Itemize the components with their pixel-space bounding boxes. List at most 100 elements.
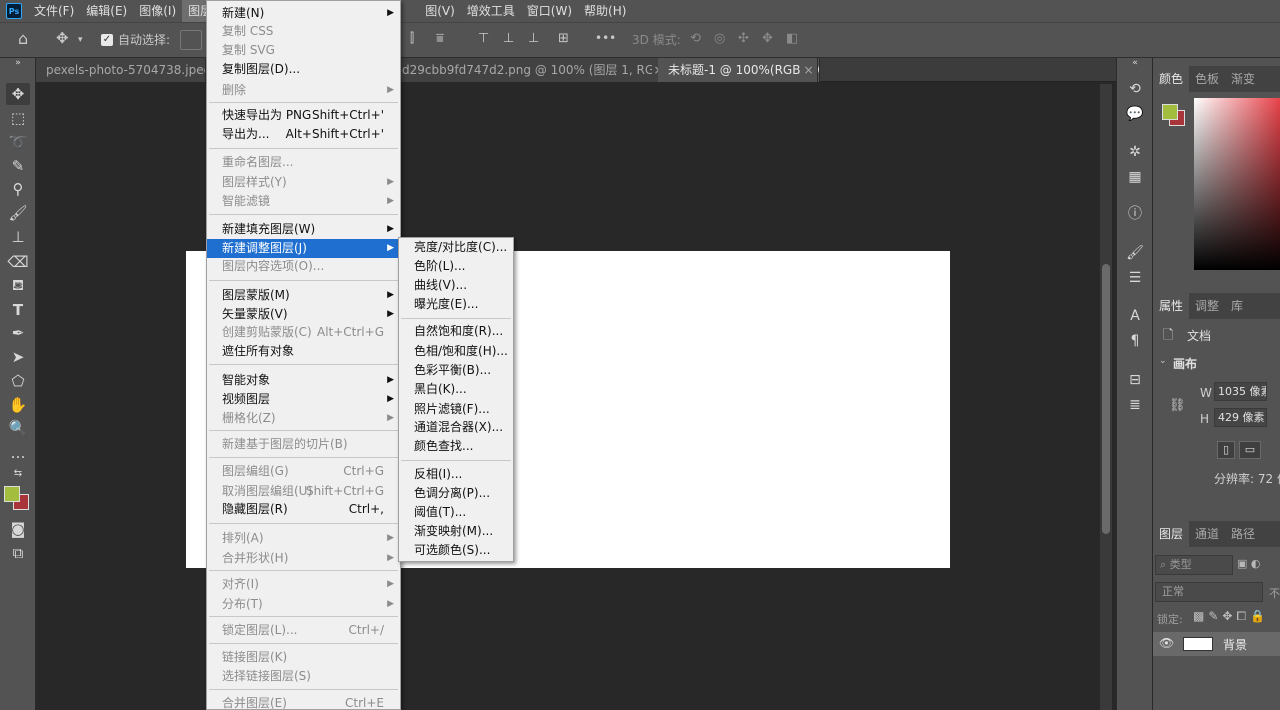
auto-select-target-dropdown[interactable] — [180, 30, 202, 50]
paragraph-icon[interactable]: ¶ — [1123, 330, 1147, 352]
submenu-item-brightness-contrast[interactable]: 亮度/对比度(C)... — [399, 238, 513, 257]
path-select-tool-icon[interactable]: ➤ — [6, 346, 30, 368]
menu-item-select-linked-layers[interactable]: 选择链接图层(S) — [207, 667, 400, 686]
menu-item-distribute[interactable]: 分布(T) ▶ — [207, 595, 400, 614]
menu-item-delete[interactable]: 删除 ▶ — [207, 81, 400, 100]
visibility-eye-icon[interactable]: 👁 — [1159, 636, 1174, 650]
submenu-item-selective-color[interactable]: 可选颜色(S)... — [399, 541, 513, 560]
blend-mode-dropdown[interactable]: 正常 — [1155, 582, 1263, 602]
more-options-icon[interactable]: ••• — [595, 31, 616, 45]
layer-row[interactable]: 👁 背景 — [1153, 632, 1280, 656]
layer-comps-icon[interactable]: ⊟ — [1123, 369, 1147, 391]
menu-item-arrange[interactable]: 排列(A) ▶ — [207, 529, 400, 548]
menu-item-smart-filter[interactable]: 智能滤镜 ▶ — [207, 192, 400, 211]
collapse-arrows-icon[interactable]: « — [1123, 58, 1147, 68]
notes-icon[interactable]: ≣ — [1123, 394, 1147, 416]
menu-item-create-clipping-mask[interactable]: 创建剪贴蒙版(C) Alt+Ctrl+G — [207, 323, 400, 342]
menu-item-copy-svg[interactable]: 复制 SVG — [207, 41, 400, 60]
menu-item-duplicate-layer[interactable]: 复制图层(D)... — [207, 60, 400, 79]
menu-item-ungroup-layers[interactable]: 取消图层编组(U) Shift+Ctrl+G — [207, 482, 400, 501]
submenu-item-vibrance[interactable]: 自然饱和度(R)... — [399, 322, 513, 341]
submenu-item-levels[interactable]: 色阶(L)... — [399, 257, 513, 276]
tab-swatches[interactable]: 色板 — [1189, 66, 1225, 92]
submenu-item-curves[interactable]: 曲线(V)... — [399, 276, 513, 295]
move-tool-icon[interactable]: ✥ — [56, 29, 69, 47]
home-icon[interactable]: ⌂ — [18, 29, 28, 48]
menu-item-new-adjustment-layer[interactable]: 新建调整图层(J) ▶ — [207, 239, 400, 258]
eyedropper-tool-icon[interactable]: ⚲ — [6, 178, 30, 200]
foreground-color-swatch[interactable] — [4, 486, 20, 502]
brush-tool-icon[interactable]: 🖌 — [6, 202, 30, 224]
vertical-scrollbar[interactable] — [1100, 84, 1112, 710]
stamp-tool-icon[interactable]: ⊥ — [6, 226, 30, 248]
brush-settings-icon[interactable]: ✲ — [1123, 141, 1147, 163]
tab-color[interactable]: 颜色 — [1153, 66, 1190, 92]
align-center-icon[interactable]: ⫿ — [410, 31, 414, 46]
tab-paths[interactable]: 路径 — [1225, 521, 1261, 547]
submenu-item-posterize[interactable]: 色调分离(P)... — [399, 484, 513, 503]
link-icon[interactable]: ⛓ — [1169, 398, 1186, 413]
menu-item-vector-mask[interactable]: 矢量蒙版(V) ▶ — [207, 305, 400, 324]
menu-plugins[interactable]: 增效工具 — [461, 0, 521, 22]
character-icon[interactable]: A — [1123, 305, 1147, 327]
swap-colors-icon[interactable]: ⇆ — [6, 468, 30, 480]
quick-select-tool-icon[interactable]: ✎ — [6, 155, 30, 177]
tab-layers[interactable]: 图层 — [1153, 521, 1190, 547]
height-input[interactable]: 429 像素 — [1214, 408, 1267, 427]
tab-channels[interactable]: 通道 — [1189, 521, 1225, 547]
tab-gradients[interactable]: 渐变 — [1225, 66, 1261, 92]
menu-item-rename-layer[interactable]: 重命名图层... — [207, 153, 400, 172]
chevron-down-icon[interactable]: ▾ — [78, 35, 83, 45]
hand-tool-icon[interactable]: ✋ — [6, 394, 30, 416]
menu-edit[interactable]: 编辑(E) — [80, 0, 133, 22]
submenu-item-hue-saturation[interactable]: 色相/饱和度(H)... — [399, 342, 513, 361]
menu-item-group-layers[interactable]: 图层编组(G) Ctrl+G — [207, 462, 400, 481]
3d-rotate-icon[interactable]: ⟲ — [690, 31, 701, 46]
menu-image[interactable]: 图像(I) — [133, 0, 182, 22]
auto-select-checkbox[interactable]: ✓ — [101, 34, 113, 46]
submenu-item-photo-filter[interactable]: 照片滤镜(F)... — [399, 400, 513, 419]
menu-item-layer-style[interactable]: 图层样式(Y) ▶ — [207, 173, 400, 192]
menu-item-copy-css[interactable]: 复制 CSS — [207, 22, 400, 41]
distribute-horizontal-icon[interactable]: ⊞ — [558, 31, 569, 46]
distribute-middle-icon[interactable]: ⊥ — [503, 31, 514, 46]
submenu-item-gradient-map[interactable]: 渐变映射(M)... — [399, 522, 513, 541]
submenu-item-invert[interactable]: 反相(I)... — [399, 465, 513, 484]
align-bottom-icon[interactable]: ⩸ — [436, 31, 444, 46]
submenu-item-exposure[interactable]: 曝光度(E)... — [399, 295, 513, 314]
adjustments-sliders-icon[interactable]: ☰ — [1123, 267, 1147, 289]
distribute-top-icon[interactable]: ⊤ — [478, 31, 489, 46]
scrollbar-thumb[interactable] — [1102, 264, 1110, 534]
paint-bucket-tool-icon[interactable]: ⛾ — [6, 274, 30, 296]
menu-item-export-as[interactable]: 导出为... Alt+Shift+Ctrl+' — [207, 125, 400, 144]
history-icon[interactable]: ⟲ — [1123, 78, 1147, 100]
submenu-item-black-white[interactable]: 黑白(K)... — [399, 380, 513, 399]
pen-tool-icon[interactable]: ✒ — [6, 322, 30, 344]
width-input[interactable]: 1035 像素 — [1214, 382, 1267, 401]
move-tool-icon[interactable]: ✥ — [6, 83, 30, 105]
menu-item-smart-object[interactable]: 智能对象 ▶ — [207, 371, 400, 390]
landscape-orientation-icon[interactable]: ▭ — [1239, 441, 1261, 459]
menu-item-rasterize[interactable]: 栅格化(Z) ▶ — [207, 409, 400, 428]
menu-window[interactable]: 窗口(W) — [521, 0, 578, 22]
lock-icons[interactable]: ▩✎✥⧠🔒 — [1193, 609, 1269, 624]
collapse-arrows-icon[interactable]: » — [6, 58, 30, 68]
menu-item-align[interactable]: 对齐(I) ▶ — [207, 575, 400, 594]
tab-properties[interactable]: 属性 — [1153, 293, 1190, 319]
3d-pan-icon[interactable]: ✣ — [738, 31, 749, 46]
tab-adjustments[interactable]: 调整 — [1189, 293, 1225, 319]
menu-item-layer-mask[interactable]: 图层蒙版(M) ▶ — [207, 286, 400, 305]
distribute-bottom-icon[interactable]: ⊥ — [528, 31, 539, 46]
screen-mode-icon[interactable]: ⧉ — [6, 542, 30, 564]
lasso-tool-icon[interactable]: ➰ — [6, 131, 30, 153]
info-icon[interactable]: ⓘ — [1123, 203, 1147, 225]
color-picker-field[interactable] — [1194, 98, 1280, 270]
menu-item-layer-content-options[interactable]: 图层内容选项(O)... — [207, 257, 400, 276]
menu-item-hide-layers[interactable]: 隐藏图层(R) Ctrl+, — [207, 500, 400, 519]
layer-filter-icons[interactable]: ▣ ◐ — [1237, 557, 1261, 570]
menu-item-new[interactable]: 新建(N) ▶ — [207, 4, 400, 23]
3d-roll-icon[interactable]: ◎ — [714, 31, 725, 46]
menu-item-lock-layers[interactable]: 锁定图层(L)... Ctrl+/ — [207, 621, 400, 640]
menu-item-combine-shapes[interactable]: 合并形状(H) ▶ — [207, 549, 400, 568]
brush-presets-icon[interactable]: 🖌 — [1123, 242, 1147, 264]
